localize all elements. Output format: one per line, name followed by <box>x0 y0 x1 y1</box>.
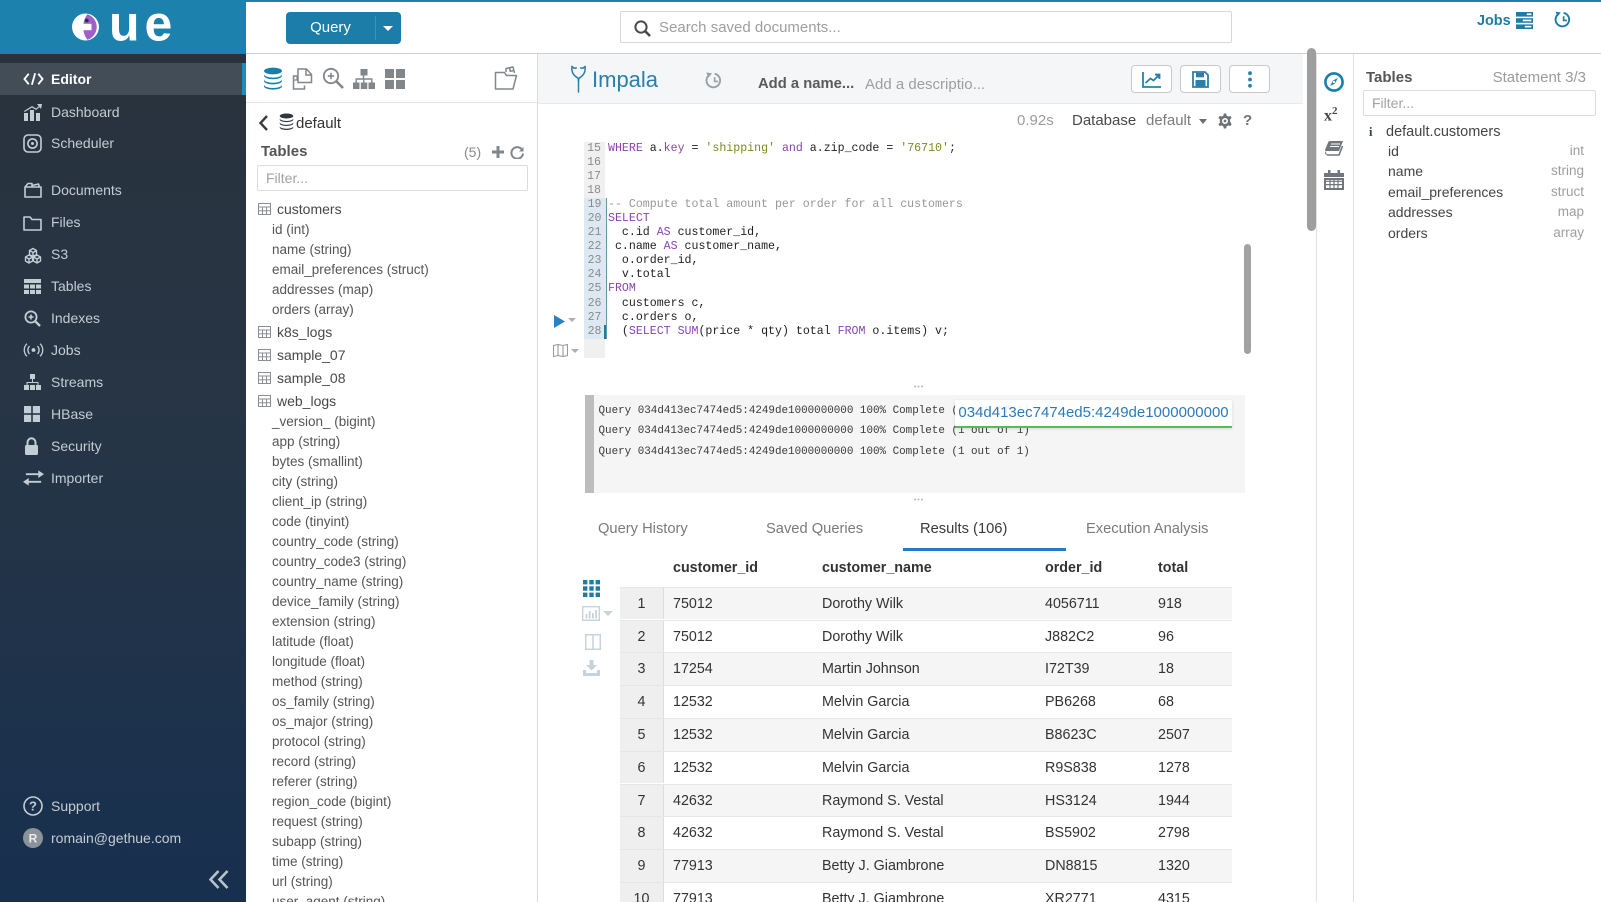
svg-text:R: R <box>29 832 38 846</box>
svg-text:ue: ue <box>109 11 177 45</box>
svg-text:?: ? <box>29 799 37 814</box>
